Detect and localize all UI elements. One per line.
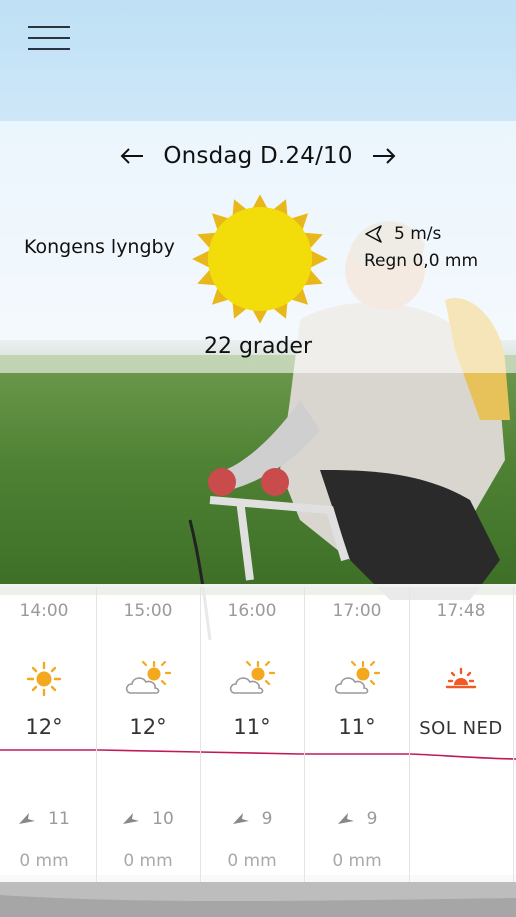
forecast-temperature: 12° — [25, 715, 63, 739]
forecast-wind: 9 — [305, 809, 409, 829]
forecast-column[interactable]: 15:00 12° 10 0 mm — [96, 587, 201, 882]
location-name: Kongens lyngby — [24, 236, 175, 258]
forecast-wind: 10 — [96, 809, 200, 829]
partly-cloudy-icon — [229, 660, 276, 694]
partly-cloudy-icon — [334, 660, 381, 694]
sun-icon — [26, 661, 62, 697]
wind-direction-icon — [19, 813, 36, 824]
forecast-wind: 9 — [200, 809, 304, 829]
previous-day-button[interactable] — [117, 141, 147, 171]
wind-direction-icon — [365, 225, 382, 243]
wind-direction-icon — [123, 813, 140, 824]
hamburger-menu-icon — [28, 26, 70, 28]
forecast-rain: 0 mm — [123, 851, 173, 871]
forecast-wind-speed: 10 — [152, 809, 174, 829]
forecast-column[interactable]: 17:48 SOL NED — [409, 587, 514, 882]
forecast-column[interactable]: 14:00 12° 11 0 mm — [0, 587, 97, 882]
forecast-rain: 0 mm — [19, 851, 69, 871]
sun-icon — [192, 194, 328, 324]
forecast-time: 15:00 — [123, 601, 173, 621]
wind-info: 5 m/s — [364, 224, 441, 244]
wind-direction-icon — [232, 813, 249, 824]
forecast-rain: 0 mm — [227, 851, 277, 871]
date-navigation: Onsdag D.24/10 — [0, 138, 516, 174]
forecast-wind-speed: 11 — [48, 809, 70, 829]
arrow-right-icon — [372, 148, 396, 164]
forecast-column[interactable]: 17:00 11° 9 0 mm — [305, 587, 410, 882]
forecast-wind-speed: 9 — [366, 809, 378, 829]
current-temperature-text: 22 grader — [203, 334, 313, 359]
hourly-forecast: 14:00 12° 11 0 mm 15:00 12° 10 0 mm 16:0… — [0, 584, 516, 882]
forecast-temperature: 11° — [233, 715, 271, 739]
forecast-temperature: 12° — [129, 715, 167, 739]
forecast-column[interactable]: 16:00 11° 9 0 mm — [200, 587, 305, 882]
date-label: Onsdag D.24/10 — [163, 143, 353, 169]
forecast-wind-speed: 9 — [261, 809, 273, 829]
menu-icon-bar — [28, 48, 70, 50]
next-day-button[interactable] — [369, 141, 399, 171]
arrow-left-icon — [120, 148, 144, 164]
menu-button[interactable] — [26, 22, 74, 56]
forecast-time: 17:48 — [436, 601, 486, 621]
sunset-icon — [445, 667, 477, 689]
forecast-time: 14:00 — [19, 601, 69, 621]
wind-speed: 5 m/s — [394, 224, 442, 244]
forecast-time: 16:00 — [227, 601, 277, 621]
forecast-rain: 0 mm — [332, 851, 382, 871]
wind-direction-icon — [337, 813, 354, 824]
menu-icon-bar — [28, 37, 70, 39]
partly-cloudy-icon — [125, 660, 172, 694]
current-temperature: 22 grader — [0, 334, 516, 359]
forecast-time: 17:00 — [332, 601, 382, 621]
rain-amount: Regn 0,0 mm — [364, 251, 479, 271]
forecast-temperature: 11° — [338, 715, 376, 739]
forecast-wind: 11 — [0, 809, 96, 829]
forecast-temperature: SOL NED — [419, 718, 503, 739]
